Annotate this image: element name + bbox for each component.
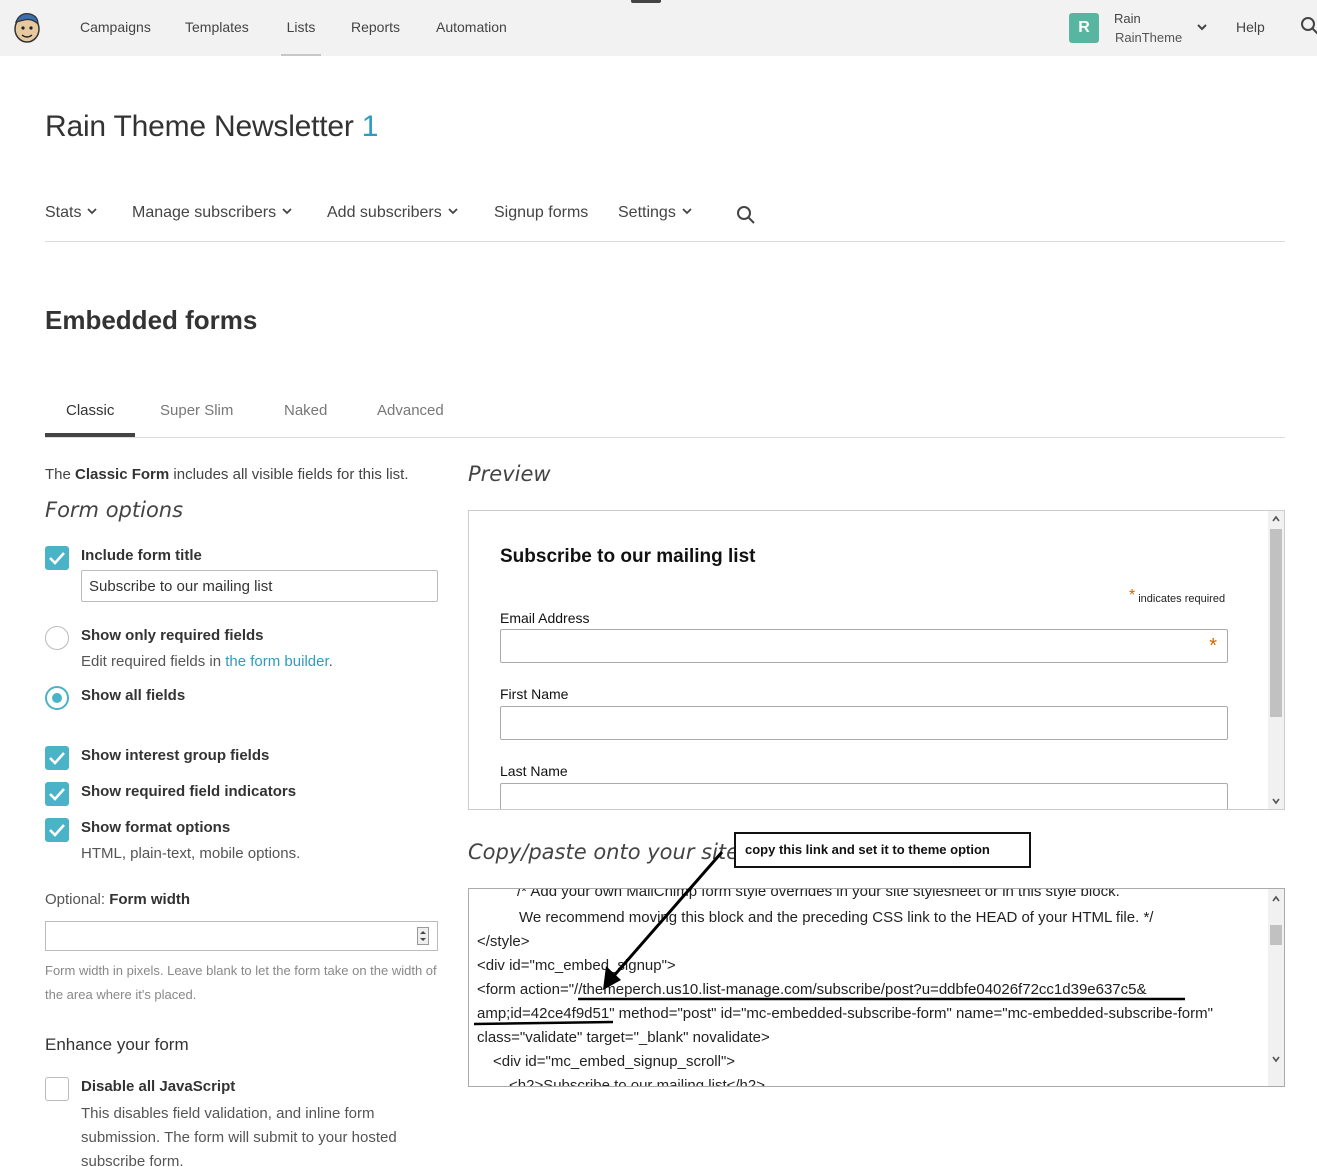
annotation-underline (473, 1020, 614, 1026)
annotation-arrow-line (610, 851, 724, 979)
annotation-overlay (473, 851, 1185, 1026)
